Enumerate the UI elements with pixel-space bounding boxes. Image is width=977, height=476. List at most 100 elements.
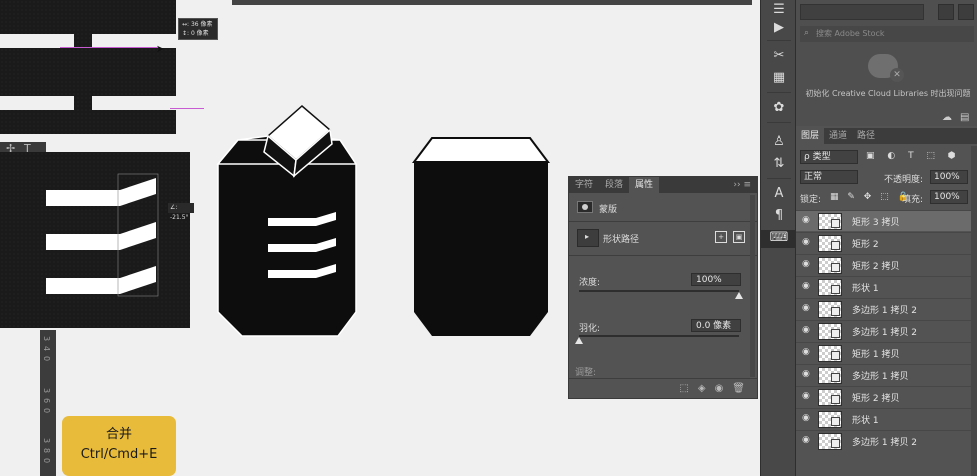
layer-row[interactable]: ◉ 多边形 1 拷贝 2 — [796, 430, 971, 451]
bar-shape — [46, 178, 156, 206]
eye-icon[interactable]: ◉ — [802, 413, 810, 423]
eye-icon[interactable]: ◉ — [802, 215, 810, 225]
layer-name: 多边形 1 拷贝 — [852, 372, 909, 382]
add-vector-mask-icon[interactable]: ▣ — [733, 231, 745, 243]
cloud-sync-icon[interactable]: ☁ — [942, 112, 952, 123]
library-view-list-icon[interactable] — [958, 4, 974, 20]
properties-scrollbar[interactable] — [750, 195, 755, 377]
layer-name: 多边形 1 拷贝 2 — [852, 328, 918, 338]
divider — [767, 178, 791, 179]
tab-properties[interactable]: 属性 — [629, 177, 660, 193]
lock-icons[interactable]: ▦ ✎ ✥ ⬚ 🔒 — [830, 192, 912, 202]
eye-icon[interactable]: ◉ — [802, 391, 810, 401]
layer-row[interactable]: ◉ 多边形 1 拷贝 2 — [796, 298, 971, 319]
eye-icon[interactable]: ◉ — [802, 237, 810, 247]
stock-search-input[interactable]: 搜索 Adobe Stock — [800, 26, 974, 42]
layer-thumbnail — [818, 257, 842, 274]
tab-paragraph[interactable]: 段落 — [599, 177, 629, 193]
layer-thumbnail — [818, 279, 842, 296]
adjust-icon[interactable]: ⇅ — [761, 156, 797, 172]
shortcut-keys: Ctrl/Cmd+E — [80, 447, 158, 462]
filter-type-icons[interactable]: ▣ ◐ T ⬚ ⬢ — [866, 151, 961, 161]
density-slider[interactable] — [579, 290, 739, 292]
layers-scrollbar[interactable] — [971, 146, 977, 476]
tab-channels[interactable]: 通道 — [824, 128, 852, 144]
load-selection-icon[interactable]: ⬚ — [679, 383, 688, 394]
tab-paths[interactable]: 路径 — [852, 128, 880, 144]
vector-mask-button[interactable] — [577, 229, 599, 247]
layer-thumbnail — [818, 301, 842, 318]
paragraph-icon[interactable]: ¶ — [761, 208, 797, 224]
library-view-grid-icon[interactable] — [938, 4, 954, 20]
shortcut-badge: 合并 Ctrl/Cmd+E — [62, 416, 176, 476]
eye-icon[interactable]: ◉ — [802, 259, 810, 269]
eye-icon[interactable]: ◉ — [802, 347, 810, 357]
color-palette-icon[interactable]: ✿ — [761, 100, 797, 116]
layer-row[interactable]: ◉ 多边形 1 拷贝 2 — [796, 320, 971, 341]
blend-row: 正常 不透明度: 100% — [796, 168, 977, 188]
tab-layers[interactable]: 图层 — [796, 128, 825, 144]
layer-row[interactable]: ◉ 形状 1 — [796, 408, 971, 429]
library-select[interactable] — [800, 4, 924, 20]
blend-mode-select[interactable]: 正常 — [800, 170, 858, 184]
shortcut-title: 合并 — [105, 427, 132, 442]
feather-slider-thumb[interactable] — [575, 337, 583, 344]
ruler-number: 0 — [42, 458, 51, 463]
feather-input[interactable]: 0.0 像素 — [691, 319, 741, 332]
eye-icon[interactable]: ◉ — [802, 369, 810, 379]
layer-row[interactable]: ◉ 形状 1 — [796, 276, 971, 297]
layer-name: 形状 1 — [852, 284, 879, 294]
fill-label: 填充: — [902, 195, 924, 205]
tab-character[interactable]: 字符 — [569, 177, 599, 193]
eye-icon[interactable]: ◉ — [802, 303, 810, 313]
delete-mask-icon[interactable]: 🗑 — [732, 383, 745, 394]
layer-row[interactable]: ◉ 矩形 2 拷贝 — [796, 254, 971, 275]
eye-icon[interactable]: ◉ — [802, 281, 810, 291]
measure-width: ↔: 36 像素 — [182, 21, 213, 28]
eye-icon[interactable]: ◉ — [802, 325, 810, 335]
layer-name: 形状 1 — [852, 416, 879, 426]
layer-row[interactable]: ◉ 矩形 3 拷贝 — [796, 210, 971, 231]
eye-icon[interactable]: ◉ — [802, 435, 810, 445]
play-actions-icon[interactable]: ▶ — [761, 20, 797, 36]
cursor-arrow-icon: ➤ — [156, 44, 165, 55]
library-grid-icon[interactable]: ▤ — [960, 112, 969, 123]
character-icon[interactable]: A — [761, 186, 797, 202]
filter-kind-select[interactable]: ρ 类型 — [800, 150, 858, 164]
lock-row: 锁定: ▦ ✎ ✥ ⬚ 🔒 填充: 100% — [796, 188, 977, 208]
toggle-mask-icon[interactable]: ◉ — [715, 383, 724, 394]
layer-row[interactable]: ◉ 矩形 1 拷贝 — [796, 342, 971, 363]
layer-name: 矩形 2 拷贝 — [852, 394, 900, 404]
history-icon[interactable]: ☰ — [761, 2, 797, 18]
clone-source-icon[interactable]: ♙ — [761, 134, 797, 150]
panel-menu-icon[interactable]: ›› ≡ — [733, 180, 757, 190]
measure-tooltip: ↔: 36 像素 ↕: 0 像素 — [178, 18, 218, 40]
layer-row[interactable]: ◉ 矩形 2 — [796, 232, 971, 253]
feather-slider[interactable] — [579, 335, 739, 337]
pencil-cup-illustration — [216, 105, 358, 337]
divider — [767, 40, 791, 41]
scissors-icon[interactable]: ✂ — [761, 48, 797, 64]
add-pixel-mask-icon[interactable]: + — [715, 231, 727, 243]
layer-name: 矩形 3 拷贝 — [852, 218, 900, 228]
density-input[interactable]: 100% — [691, 273, 741, 286]
bar-shape — [46, 222, 156, 250]
layer-name: 矩形 1 拷贝 — [852, 350, 900, 360]
density-slider-thumb[interactable] — [735, 292, 743, 299]
layer-row[interactable]: ◉ 矩形 2 拷贝 — [796, 386, 971, 407]
layer-thumbnail — [818, 235, 842, 252]
grid-icon[interactable]: ▦ — [761, 70, 797, 86]
opacity-input[interactable]: 100% — [930, 170, 968, 184]
layer-row[interactable]: ◉ 多边形 1 拷贝 — [796, 364, 971, 385]
fill-input[interactable]: 100% — [930, 190, 968, 204]
ruler-number: 8 — [42, 448, 51, 453]
angle-tooltip: ∠: -21.5° — [168, 203, 194, 221]
layer-thumbnail — [818, 345, 842, 362]
vector-mask-label: 形状路径 — [603, 235, 640, 245]
slanted-bars-artwork — [46, 173, 159, 297]
properties-icon[interactable]: ⌨ — [761, 230, 797, 248]
lock-label: 锁定: — [800, 195, 822, 205]
divider — [569, 221, 757, 222]
apply-mask-icon[interactable]: ◈ — [698, 383, 706, 394]
divider — [767, 92, 791, 93]
